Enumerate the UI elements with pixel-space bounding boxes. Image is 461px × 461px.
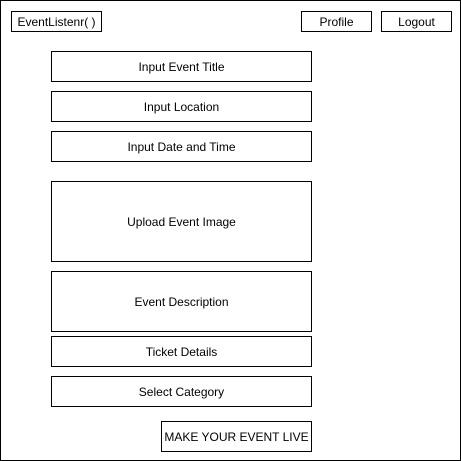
app-logo: EventListenr( ): [11, 11, 102, 32]
event-image-upload[interactable]: Upload Event Image: [51, 181, 312, 262]
event-description-placeholder: Event Description: [134, 294, 229, 309]
event-title-input[interactable]: Input Event Title: [51, 51, 312, 82]
make-event-live-label: MAKE YOUR EVENT LIVE: [164, 429, 309, 444]
app-title: EventListenr( ): [17, 14, 96, 29]
event-title-placeholder: Input Event Title: [138, 59, 225, 74]
logout-label: Logout: [398, 14, 435, 29]
profile-button[interactable]: Profile: [301, 11, 372, 32]
category-placeholder: Select Category: [138, 384, 225, 399]
category-select[interactable]: Select Category: [51, 376, 312, 407]
logout-button[interactable]: Logout: [381, 11, 452, 32]
date-time-placeholder: Input Date and Time: [127, 139, 236, 154]
page-frame: EventListenr( ) Profile Logout Input Eve…: [0, 0, 461, 461]
ticket-details-input[interactable]: Ticket Details: [51, 336, 312, 367]
profile-label: Profile: [319, 14, 354, 29]
ticket-details-placeholder: Ticket Details: [145, 344, 218, 359]
location-input[interactable]: Input Location: [51, 91, 312, 122]
event-description-field[interactable]: Event Description: [51, 271, 312, 332]
make-event-live-button[interactable]: MAKE YOUR EVENT LIVE: [161, 421, 312, 452]
event-image-label: Upload Event Image: [127, 214, 236, 229]
location-placeholder: Input Location: [143, 99, 220, 114]
date-time-input[interactable]: Input Date and Time: [51, 131, 312, 162]
